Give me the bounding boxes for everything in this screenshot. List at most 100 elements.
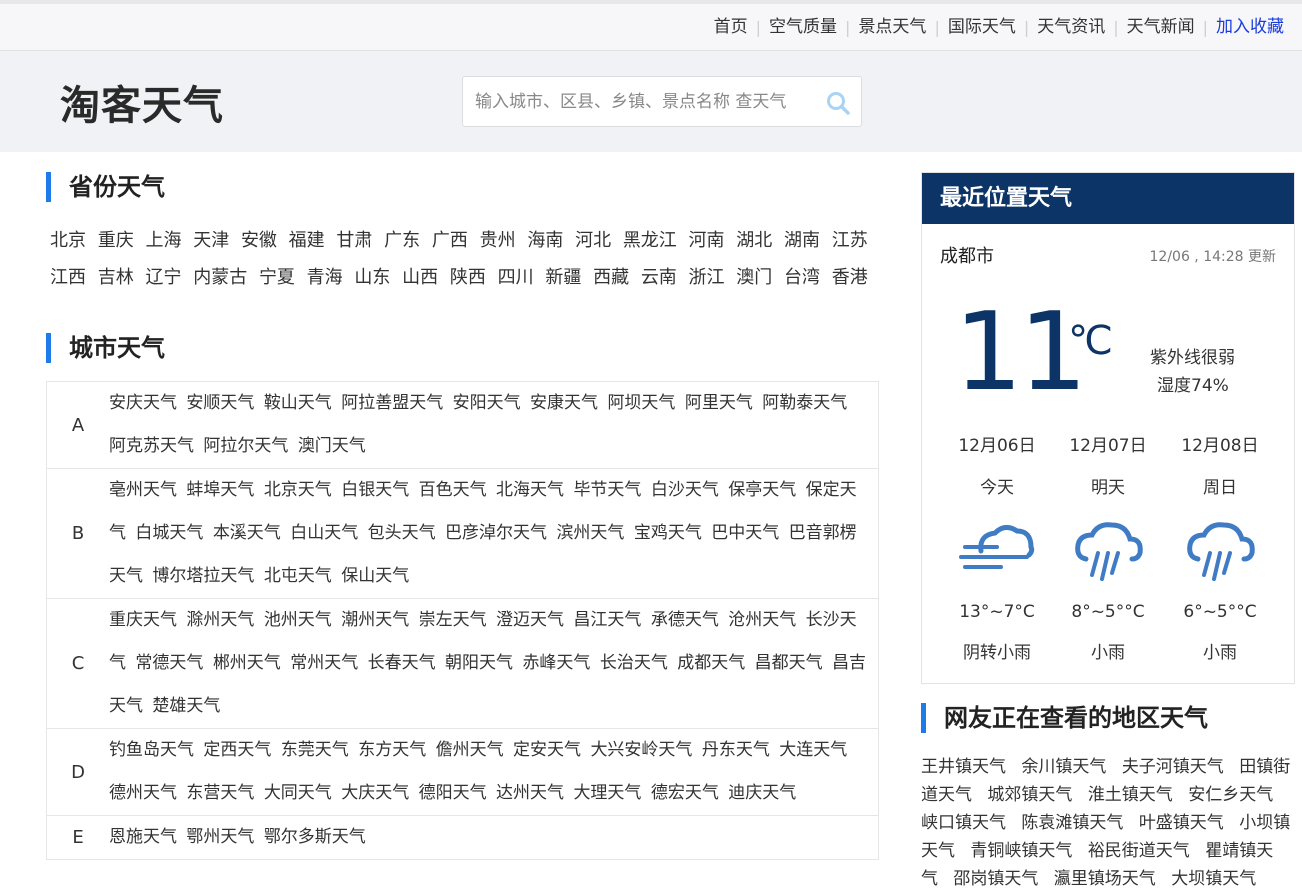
- province-link[interactable]: 青海: [307, 267, 343, 288]
- city-link[interactable]: 阿里天气: [685, 393, 753, 413]
- city-link[interactable]: 保山天气: [341, 566, 409, 586]
- city-link[interactable]: 阿拉尔天气: [203, 436, 288, 456]
- add-favorite-link[interactable]: 加入收藏: [1208, 16, 1292, 38]
- region-link[interactable]: 瀛里镇场天气: [1054, 869, 1156, 889]
- region-link[interactable]: 邵岗镇天气: [953, 869, 1038, 889]
- nav-air-quality[interactable]: 空气质量: [761, 16, 845, 38]
- city-link[interactable]: 昌都天气: [755, 653, 823, 673]
- province-link[interactable]: 贵州: [480, 230, 516, 251]
- city-link[interactable]: 迪庆天气: [728, 783, 796, 803]
- site-logo[interactable]: 淘客天气: [60, 73, 224, 131]
- city-link[interactable]: 大同天气: [264, 783, 332, 803]
- province-link[interactable]: 江西: [50, 267, 86, 288]
- city-link[interactable]: 北屯天气: [264, 566, 332, 586]
- city-link[interactable]: 东营天气: [186, 783, 254, 803]
- province-link[interactable]: 广西: [432, 230, 468, 251]
- city-link[interactable]: 德宏天气: [651, 783, 719, 803]
- region-link[interactable]: 大坝镇天气: [1171, 869, 1256, 889]
- city-link[interactable]: 北海天气: [496, 480, 564, 500]
- city-link[interactable]: 潮州天气: [341, 610, 409, 630]
- city-link[interactable]: 钓鱼岛天气: [109, 740, 194, 760]
- province-link[interactable]: 宁夏: [259, 267, 295, 288]
- province-link[interactable]: 吉林: [98, 267, 134, 288]
- city-link[interactable]: 澳门天气: [298, 436, 366, 456]
- region-link[interactable]: 安仁乡天气: [1188, 785, 1273, 805]
- province-link[interactable]: 海南: [527, 230, 563, 251]
- city-link[interactable]: 大兴安岭天气: [590, 740, 692, 760]
- city-link[interactable]: 澄迈天气: [496, 610, 564, 630]
- province-link[interactable]: 河南: [689, 230, 725, 251]
- city-link[interactable]: 博尔塔拉天气: [152, 566, 254, 586]
- province-link[interactable]: 江苏: [832, 230, 868, 251]
- nav-home[interactable]: 首页: [706, 16, 756, 38]
- province-link[interactable]: 山西: [402, 267, 438, 288]
- city-link[interactable]: 昌江天气: [573, 610, 641, 630]
- location-city[interactable]: 成都市: [940, 242, 994, 268]
- province-link[interactable]: 湖南: [784, 230, 820, 251]
- city-link[interactable]: 毕节天气: [573, 480, 641, 500]
- city-link[interactable]: 白城天气: [135, 523, 203, 543]
- city-link[interactable]: 郴州天气: [213, 653, 281, 673]
- city-link[interactable]: 德州天气: [109, 783, 177, 803]
- city-link[interactable]: 长春天气: [368, 653, 436, 673]
- region-link[interactable]: 夫子河镇天气: [1122, 757, 1224, 777]
- province-link[interactable]: 上海: [145, 230, 181, 251]
- city-link[interactable]: 恩施天气: [109, 827, 177, 847]
- city-link[interactable]: 阿坝天气: [607, 393, 675, 413]
- region-link[interactable]: 王井镇天气: [921, 757, 1006, 777]
- region-link[interactable]: 余川镇天气: [1021, 757, 1106, 777]
- city-link[interactable]: 成都天气: [677, 653, 745, 673]
- city-link[interactable]: 巴中天气: [711, 523, 779, 543]
- province-link[interactable]: 甘肃: [336, 230, 372, 251]
- city-link[interactable]: 安顺天气: [186, 393, 254, 413]
- city-link[interactable]: 东莞天气: [281, 740, 349, 760]
- province-link[interactable]: 香港: [832, 267, 868, 288]
- province-link[interactable]: 浙江: [689, 267, 725, 288]
- province-link[interactable]: 河北: [575, 230, 611, 251]
- city-link[interactable]: 阿勒泰天气: [762, 393, 847, 413]
- region-link[interactable]: 城郊镇天气: [987, 785, 1072, 805]
- region-link[interactable]: 峡口镇天气: [921, 813, 1006, 833]
- city-link[interactable]: 白山天气: [290, 523, 358, 543]
- city-link[interactable]: 北京天气: [264, 480, 332, 500]
- city-link[interactable]: 宝鸡天气: [634, 523, 702, 543]
- city-link[interactable]: 亳州天气: [109, 480, 177, 500]
- city-link[interactable]: 定西天气: [203, 740, 271, 760]
- city-link[interactable]: 白银天气: [341, 480, 409, 500]
- region-link[interactable]: 青铜峡镇天气: [970, 841, 1072, 861]
- city-link[interactable]: 滨州天气: [556, 523, 624, 543]
- city-link[interactable]: 定安天气: [513, 740, 581, 760]
- province-link[interactable]: 山东: [354, 267, 390, 288]
- city-link[interactable]: 保亭天气: [728, 480, 796, 500]
- city-link[interactable]: 鄂尔多斯天气: [264, 827, 366, 847]
- search-box[interactable]: [462, 76, 862, 127]
- city-link[interactable]: 鄂州天气: [186, 827, 254, 847]
- province-link[interactable]: 西藏: [593, 267, 629, 288]
- nav-weather-news[interactable]: 天气新闻: [1119, 16, 1203, 38]
- region-link[interactable]: 叶盛镇天气: [1139, 813, 1224, 833]
- city-link[interactable]: 沧州天气: [728, 610, 796, 630]
- province-link[interactable]: 安徽: [241, 230, 277, 251]
- region-link[interactable]: 陈袁滩镇天气: [1021, 813, 1123, 833]
- city-link[interactable]: 赤峰天气: [522, 653, 590, 673]
- city-link[interactable]: 大庆天气: [341, 783, 409, 803]
- province-link[interactable]: 内蒙古: [193, 267, 247, 288]
- city-link[interactable]: 德阳天气: [419, 783, 487, 803]
- city-link[interactable]: 安庆天气: [109, 393, 177, 413]
- city-link[interactable]: 池州天气: [264, 610, 332, 630]
- province-link[interactable]: 陕西: [450, 267, 486, 288]
- city-link[interactable]: 本溪天气: [213, 523, 281, 543]
- city-link[interactable]: 承德天气: [651, 610, 719, 630]
- city-link[interactable]: 重庆天气: [109, 610, 177, 630]
- province-link[interactable]: 澳门: [736, 267, 772, 288]
- province-link[interactable]: 黑龙江: [623, 230, 677, 251]
- province-link[interactable]: 台湾: [784, 267, 820, 288]
- province-link[interactable]: 四川: [498, 267, 534, 288]
- city-link[interactable]: 崇左天气: [419, 610, 487, 630]
- province-link[interactable]: 福建: [289, 230, 325, 251]
- city-link[interactable]: 安康天气: [530, 393, 598, 413]
- city-link[interactable]: 丹东天气: [702, 740, 770, 760]
- nav-weather-info[interactable]: 天气资讯: [1029, 16, 1113, 38]
- nav-scenic-weather[interactable]: 景点天气: [850, 16, 934, 38]
- city-link[interactable]: 大连天气: [779, 740, 847, 760]
